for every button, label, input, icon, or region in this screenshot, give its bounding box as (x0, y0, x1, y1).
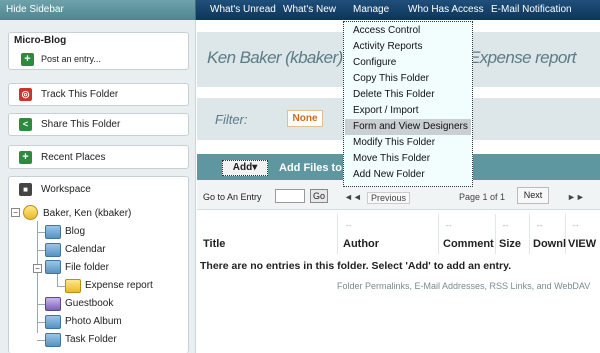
workspace-icon: ■ (19, 183, 32, 196)
column-size[interactable]: Size (499, 238, 521, 250)
folder-icon (45, 260, 61, 274)
share-folder-label: Share This Folder (41, 119, 121, 130)
hide-sidebar-button[interactable]: Hide Sidebar (0, 0, 196, 20)
next-button[interactable]: Next (517, 187, 549, 204)
tree-item-guestbook[interactable]: Guestbook (65, 298, 113, 309)
document-icon (65, 279, 81, 293)
column-resize-icon[interactable]: ↔ (344, 219, 353, 229)
menu-item-form-view-designers[interactable]: Form and View Designers (345, 119, 471, 135)
go-button[interactable]: Go (310, 189, 328, 203)
column-comment[interactable]: Comment (443, 238, 494, 250)
menu-item-activity-reports[interactable]: Activity Reports (345, 39, 471, 55)
tree-item-photo-album[interactable]: Photo Album (65, 316, 122, 327)
previous-button[interactable]: Previous (367, 192, 411, 204)
menu-item-modify-folder[interactable]: Modify This Folder (345, 135, 471, 151)
nav-email-notification[interactable]: E-Mail Notification (491, 4, 572, 15)
top-navigation: What's Unread What's New Manage Who Has … (196, 0, 600, 20)
column-download[interactable]: Downl (533, 238, 566, 250)
plus-icon: + (21, 53, 34, 66)
tree-item-expense-report[interactable]: Expense report (85, 280, 153, 291)
track-folder-label: Track This Folder (41, 89, 119, 100)
calendar-icon (45, 243, 61, 257)
microblog-panel: Micro-Blog + Post an entry... (8, 32, 189, 70)
post-entry-label: Post an entry... (41, 54, 101, 64)
workspace-title: Workspace (41, 184, 91, 195)
page-info: Page 1 of 1 (459, 192, 506, 202)
add-button[interactable]: Add▾ (222, 160, 268, 176)
tree-item-calendar[interactable]: Calendar (65, 244, 106, 255)
tree-item-file-folder[interactable]: File folder (65, 262, 109, 273)
manage-dropdown-menu: Access Control Activity Reports Configur… (343, 21, 473, 187)
menu-item-add-new-folder[interactable]: Add New Folder (345, 167, 471, 183)
column-author[interactable]: Author (343, 238, 379, 250)
add-label: Add (232, 162, 253, 173)
blog-icon (45, 225, 61, 239)
breadcrumb-current: Expense report (469, 48, 576, 67)
guestbook-icon (45, 297, 61, 311)
column-resize-icon[interactable]: ↔ (444, 219, 453, 229)
filter-none-button[interactable]: None (287, 110, 323, 127)
hide-sidebar-label: Hide Sidebar (6, 4, 64, 15)
nav-manage[interactable]: Manage (353, 4, 389, 15)
tree-item-blog[interactable]: Blog (65, 226, 85, 237)
menu-item-configure[interactable]: Configure (345, 55, 471, 71)
column-title[interactable]: Title (203, 238, 225, 250)
breadcrumb-user[interactable]: Ken Baker (kbaker) > (207, 48, 357, 68)
workspace-panel: ■ Workspace − Baker, Ken (kbaker) Blog C… (8, 176, 189, 353)
recent-places-label: Recent Places (41, 152, 106, 163)
photo-album-icon (45, 315, 61, 329)
column-resize-icon[interactable]: ↔ (535, 219, 544, 229)
filter-label: Filter: (215, 112, 248, 127)
menu-item-export-import[interactable]: Export / Import (345, 103, 471, 119)
column-resize-icon[interactable]: ↔ (571, 219, 580, 229)
recent-places-button[interactable]: + Recent Places (8, 145, 189, 169)
menu-item-copy-folder[interactable]: Copy This Folder (345, 71, 471, 87)
last-page-icon[interactable]: ►► (567, 192, 585, 202)
task-folder-icon (45, 333, 61, 347)
add-files-link[interactable]: Add Files to F (279, 162, 352, 174)
share-folder-button[interactable]: < Share This Folder (8, 113, 189, 136)
plus-icon: + (19, 151, 32, 164)
nav-who-has-access[interactable]: Who Has Access (408, 4, 484, 15)
track-folder-button[interactable]: ◎ Track This Folder (8, 83, 189, 106)
column-resize-icon[interactable]: ↔ (501, 219, 510, 229)
menu-item-access-control[interactable]: Access Control (345, 23, 471, 39)
collapse-root-toggle[interactable]: − (11, 208, 20, 217)
first-page-icon[interactable]: ◄◄ (344, 192, 362, 202)
goto-entry-label: Go to An Entry (203, 192, 262, 202)
chevron-down-icon: ▾ (252, 162, 258, 173)
empty-folder-message: There are no entries in this folder. Sel… (200, 260, 512, 272)
sidebar: Micro-Blog + Post an entry... ◎ Track Th… (0, 20, 196, 353)
column-view[interactable]: VIEW (568, 238, 596, 250)
nav-whats-unread[interactable]: What's Unread (210, 4, 276, 15)
nav-whats-new[interactable]: What's New (283, 4, 336, 15)
menu-item-delete-folder[interactable]: Delete This Folder (345, 87, 471, 103)
goto-entry-input[interactable] (275, 189, 305, 203)
microblog-title: Micro-Blog (14, 35, 67, 46)
footer-links[interactable]: Folder Permalinks, E-Mail Addresses, RSS… (337, 281, 590, 291)
menu-item-move-folder[interactable]: Move This Folder (345, 151, 471, 167)
share-icon: < (19, 118, 32, 131)
user-avatar-icon (23, 205, 38, 220)
collapse-file-folder-toggle[interactable]: − (33, 264, 42, 273)
tree-item-root[interactable]: Baker, Ken (kbaker) (43, 208, 131, 219)
tree-item-task-folder[interactable]: Task Folder (65, 334, 117, 345)
track-icon: ◎ (19, 88, 32, 101)
